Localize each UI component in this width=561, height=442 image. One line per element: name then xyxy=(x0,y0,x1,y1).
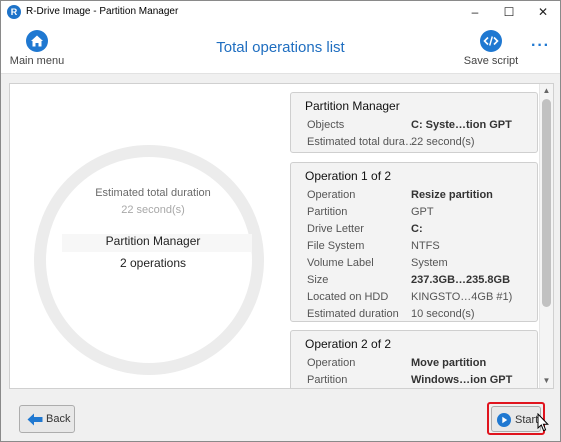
row-key: Partition xyxy=(307,374,348,386)
title-bar: R R-Drive Image - Partition Manager – ☐ … xyxy=(1,1,560,23)
operation-2-card: Operation 2 of 2 Operation Move partitio… xyxy=(290,330,538,388)
mouse-cursor-icon xyxy=(537,413,549,432)
card-title: Operation 2 of 2 xyxy=(305,337,392,351)
row-value: 22 second(s) xyxy=(411,136,475,148)
row-key: Size xyxy=(307,274,329,286)
vertical-scrollbar[interactable]: ▲ ▼ xyxy=(539,84,553,388)
toolbar: Main menu Total operations list Save scr… xyxy=(1,23,560,74)
row-key: Located on HDD xyxy=(307,291,389,303)
row-key: File System xyxy=(307,240,365,252)
card-row: Partition Windows…ion GPT xyxy=(291,372,537,388)
scroll-down-icon[interactable]: ▼ xyxy=(540,374,553,388)
save-script-button[interactable]: Save script xyxy=(459,30,523,67)
row-value: 237.3GB…235.8GB xyxy=(411,274,511,286)
row-value: C: Syste…tion GPT xyxy=(411,119,512,131)
close-button[interactable]: ✕ xyxy=(526,1,560,23)
card-row: Located on HDD KINGSTO…4GB #1) xyxy=(291,289,537,306)
card-row: Objects C: Syste…tion GPT xyxy=(291,117,537,134)
card-title: Operation 1 of 2 xyxy=(305,169,392,183)
row-key: Partition xyxy=(307,206,348,218)
card-row: Operation Resize partition xyxy=(291,187,537,204)
row-value: C: xyxy=(411,223,423,235)
row-key: Operation xyxy=(307,189,356,201)
main-menu-label: Main menu xyxy=(9,55,65,67)
operations-panel: Estimated total duration 22 second(s) Pa… xyxy=(9,83,554,389)
row-key: Drive Letter xyxy=(307,223,364,235)
row-key: Operation xyxy=(307,357,356,369)
card-row: Size 237.3GB…235.8GB xyxy=(291,272,537,289)
bottom-bar: Back Start xyxy=(1,393,560,441)
more-options-icon[interactable]: ··· xyxy=(531,37,550,55)
card-row: Operation Move partition xyxy=(291,355,537,372)
card-row: Estimated duration 10 second(s) xyxy=(291,306,537,323)
row-value: GPT xyxy=(411,206,434,218)
operation-1-card: Operation 1 of 2 Operation Resize partit… xyxy=(290,162,538,322)
save-script-label: Save script xyxy=(463,55,519,67)
scroll-up-icon[interactable]: ▲ xyxy=(540,84,553,98)
row-value: NTFS xyxy=(411,240,440,252)
summary-title: Partition Manager xyxy=(105,234,201,248)
row-value: 10 second(s) xyxy=(411,308,475,320)
back-label: Back xyxy=(46,413,71,425)
card-row: Drive Letter C: xyxy=(291,221,537,238)
card-row: Volume Label System xyxy=(291,255,537,272)
app-window: R R-Drive Image - Partition Manager – ☐ … xyxy=(0,0,561,442)
card-row: Partition GPT xyxy=(291,204,537,221)
row-value: Windows…ion GPT xyxy=(411,374,513,386)
estimated-duration-value: 22 second(s) xyxy=(121,204,185,216)
row-key: Estimated duration xyxy=(307,308,399,320)
row-value: System xyxy=(411,257,448,269)
partition-manager-card: Partition Manager Objects C: Syste…tion … xyxy=(290,92,538,153)
row-key: Estimated total dura… xyxy=(307,136,416,148)
row-value: Resize partition xyxy=(411,189,493,201)
card-row: Estimated total dura… 22 second(s) xyxy=(291,134,537,151)
window-title: R-Drive Image - Partition Manager xyxy=(26,6,179,17)
scrollbar-thumb[interactable] xyxy=(542,99,551,307)
row-key: Objects xyxy=(307,119,345,131)
back-button[interactable]: Back xyxy=(19,405,75,433)
maximize-button[interactable]: ☐ xyxy=(492,1,526,23)
code-icon xyxy=(480,30,502,52)
card-title: Partition Manager xyxy=(305,99,400,113)
row-key: Volume Label xyxy=(307,257,374,269)
summary-operation-count: 2 operations xyxy=(119,256,187,270)
app-logo-icon: R xyxy=(7,5,21,19)
row-value: Move partition xyxy=(411,357,487,369)
estimated-duration-label: Estimated total duration xyxy=(95,187,211,199)
arrow-left-icon xyxy=(27,413,43,426)
row-value: KINGSTO…4GB #1) xyxy=(411,291,513,303)
minimize-button[interactable]: – xyxy=(458,1,492,23)
card-row: File System NTFS xyxy=(291,238,537,255)
